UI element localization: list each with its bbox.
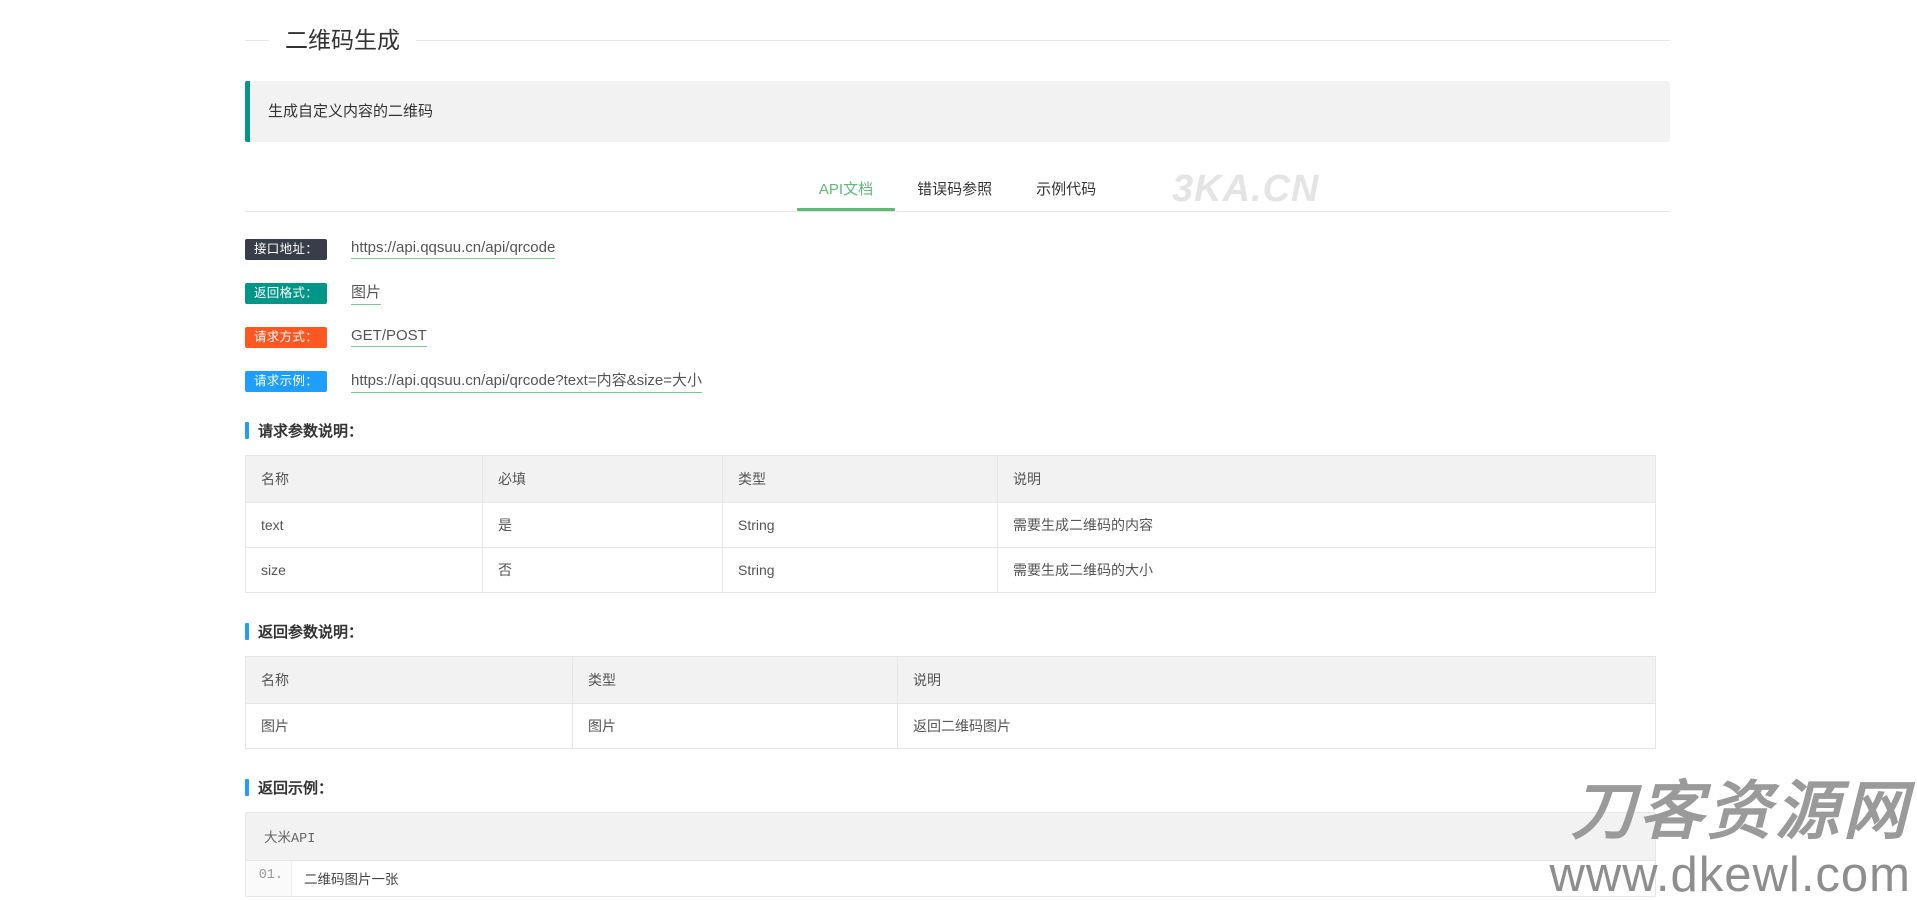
request-params-heading: 请求参数说明： (245, 420, 1670, 441)
th-response-type: 类型 (572, 656, 898, 704)
cell-required: 否 (482, 547, 723, 593)
cell-type: String (722, 502, 998, 548)
heading-accent-bar (245, 779, 249, 796)
endpoint-badge-slot: 接口地址： (245, 238, 341, 260)
cell-name: text (245, 502, 483, 548)
th-response-desc: 说明 (897, 656, 1656, 704)
request-params-table: 名称 必填 类型 说明 text 是 String 需要生成二维码的内容 siz… (245, 455, 1656, 593)
cell-desc: 需要生成二维码的大小 (1013, 562, 1153, 578)
th-request-desc: 说明 (997, 455, 1656, 503)
heading-accent-bar (245, 623, 249, 640)
cell-type: String (722, 547, 998, 593)
table-row: text 是 String 需要生成二维码的内容 (245, 502, 1656, 548)
format-link[interactable]: 图片 (351, 281, 382, 305)
cell-desc: 返回二维码图片 (913, 718, 1011, 734)
info-row-endpoint: 接口地址： https://api.qqsuu.cn/api/qrcode (245, 238, 1670, 260)
return-example-heading: 返回示例： (245, 777, 1670, 798)
tab-sample-code[interactable]: 示例代码 (1014, 169, 1118, 211)
cell-name: size (245, 547, 483, 593)
tab-error-codes[interactable]: 错误码参照 (895, 169, 1014, 211)
info-row-method: 请求方式： GET/POST (245, 326, 1670, 348)
tab-bar: API文档 错误码参照 示例代码 (245, 169, 1670, 212)
info-row-example: 请求示例： https://api.qqsuu.cn/api/qrcode?te… (245, 369, 1670, 393)
table-row: size 否 String 需要生成二维码的大小 (245, 547, 1656, 593)
method-badge-slot: 请求方式： (245, 326, 341, 348)
title-rule-right (416, 39, 1670, 41)
code-line-text: 二维码图片一张 (304, 874, 399, 889)
tab-api-doc[interactable]: API文档 (796, 169, 896, 211)
response-params-heading: 返回参数说明： (245, 621, 1670, 642)
page-root: 二维码生成 生成自定义内容的二维码 API文档 错误码参照 示例代码 接口地址：… (0, 0, 1917, 900)
cell-type: 图片 (572, 703, 898, 749)
code-line: 01. 二维码图片一张 (246, 861, 1655, 896)
return-example-heading-text: 返回示例： (258, 780, 334, 797)
heading-accent-bar (245, 422, 249, 439)
response-params-heading-text: 返回参数说明： (258, 624, 364, 641)
return-example-code-block: 大米API 01. 二维码图片一张 (245, 812, 1656, 897)
example-request-link[interactable]: https://api.qqsuu.cn/api/qrcode?text=内容&… (351, 369, 703, 393)
method-badge: 请求方式： (245, 326, 328, 348)
api-info-list: 接口地址： https://api.qqsuu.cn/api/qrcode 返回… (245, 238, 1670, 393)
description-alert: 生成自定义内容的二维码 (245, 81, 1670, 142)
table-header-row: 名称 类型 说明 (245, 656, 1656, 704)
cell-desc: 需要生成二维码的内容 (997, 502, 1656, 548)
th-request-name: 名称 (245, 455, 483, 503)
method-link[interactable]: GET/POST (351, 327, 427, 347)
cell-name: 图片 (245, 703, 573, 749)
example-badge-slot: 请求示例： (245, 370, 341, 392)
th-response-name: 名称 (245, 656, 573, 704)
page-title: 二维码生成 (245, 0, 1670, 68)
table-row: 图片 图片 返回二维码图片 (245, 703, 1656, 749)
content-container: 二维码生成 生成自定义内容的二维码 API文档 错误码参照 示例代码 接口地址：… (245, 0, 1670, 897)
th-request-type: 类型 (722, 455, 998, 503)
response-params-table: 名称 类型 说明 图片 图片 返回二维码图片 (245, 656, 1656, 749)
th-request-required: 必填 (482, 455, 723, 503)
example-badge: 请求示例： (245, 370, 328, 392)
code-line-number: 01. (246, 861, 292, 896)
cell-required: 是 (482, 502, 723, 548)
code-block-title: 大米API (246, 813, 1655, 861)
table-header-row: 名称 必填 类型 说明 (245, 455, 1656, 503)
title-rule-left (245, 39, 269, 41)
info-row-format: 返回格式： 图片 (245, 281, 1670, 305)
format-badge: 返回格式： (245, 282, 328, 304)
endpoint-link[interactable]: https://api.qqsuu.cn/api/qrcode (351, 239, 556, 259)
request-params-heading-text: 请求参数说明： (258, 423, 364, 440)
format-badge-slot: 返回格式： (245, 282, 341, 304)
endpoint-badge: 接口地址： (245, 238, 328, 260)
page-title-text: 二维码生成 (285, 26, 400, 53)
description-text: 生成自定义内容的二维码 (268, 103, 434, 120)
